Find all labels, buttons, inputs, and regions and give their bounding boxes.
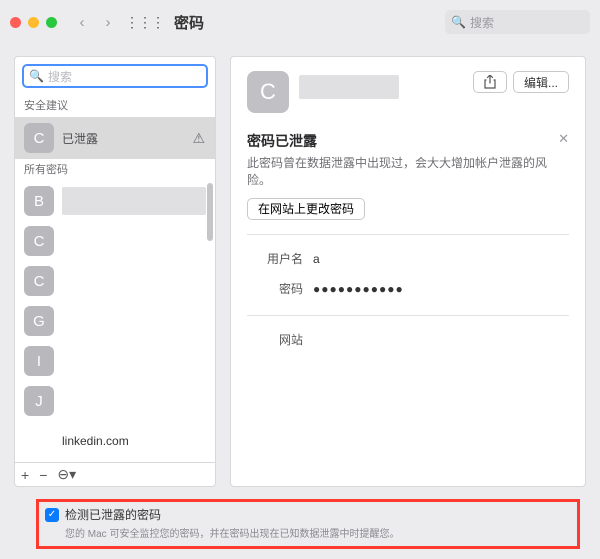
list-item[interactable]: I xyxy=(15,341,215,381)
recommendation-entry[interactable]: C 已泄露 ⚠︎ xyxy=(15,117,215,159)
website-label: 网站 xyxy=(247,331,303,348)
minimize-window-button[interactable] xyxy=(28,17,39,28)
password-row: 密码 ●●●●●●●●●●● xyxy=(247,277,569,301)
username-row: 用户名 a xyxy=(247,247,569,271)
titlebar-search[interactable]: 🔍 搜索 xyxy=(445,10,590,34)
notice-body: 此密码曾在数据泄露中出现过，会大大增加帐户泄露的风险。 xyxy=(247,155,569,190)
more-button[interactable]: ⊖▾ xyxy=(57,466,76,483)
detail-pane: C 编辑... 密码已泄露 此密码曾在数据泄露中出现过，会大大增加帐户泄露的风险… xyxy=(230,56,586,487)
redacted-label xyxy=(62,187,206,215)
scrollbar[interactable] xyxy=(207,183,213,241)
share-icon xyxy=(484,75,496,89)
search-icon: 🔍 xyxy=(29,69,44,83)
warning-triangle-icon: ⚠︎ xyxy=(192,130,205,147)
sidebar: 🔍 搜索 安全建议 C 已泄露 ⚠︎ 所有密码 B C C xyxy=(14,56,216,487)
sidebar-toolbar: + − ⊖▾ xyxy=(15,462,215,486)
list-item[interactable]: B xyxy=(15,181,215,221)
notice-title: 密码已泄露 xyxy=(247,131,569,151)
body: 🔍 搜索 安全建议 C 已泄露 ⚠︎ 所有密码 B C C xyxy=(0,44,600,495)
search-icon: 🔍 xyxy=(451,15,466,29)
section-recommendations: 安全建议 xyxy=(15,95,215,117)
share-button[interactable] xyxy=(473,71,507,93)
website-row: 网站 xyxy=(247,328,569,352)
footer: ✓ 检测已泄露的密码 您的 Mac 可安全监控您的密码，并在密码出现在已知数据泄… xyxy=(10,495,590,559)
password-list: B C C G I J xyxy=(15,181,215,462)
window-controls xyxy=(10,17,57,28)
detect-leaked-description: 您的 Mac 可安全监控您的密码，并在密码出现在已知数据泄露中时提醒您。 xyxy=(65,525,571,540)
redacted-title xyxy=(299,75,399,99)
entry-badge: C xyxy=(24,123,54,153)
sidebar-search[interactable]: 🔍 搜索 xyxy=(22,64,208,88)
item-badge: C xyxy=(24,266,54,296)
titlebar-search-placeholder: 搜索 xyxy=(470,14,494,31)
divider xyxy=(247,234,569,235)
detect-leaked-checkbox[interactable]: ✓ xyxy=(45,508,59,522)
item-badge: C xyxy=(24,226,54,256)
detect-leaked-row: ✓ 检测已泄露的密码 xyxy=(45,506,571,523)
add-button[interactable]: + xyxy=(21,467,29,483)
detail-header: C 编辑... xyxy=(247,71,569,113)
grid-icon[interactable]: ⋮⋮⋮ xyxy=(125,14,164,31)
titlebar: ‹ › ⋮⋮⋮ 密码 🔍 搜索 xyxy=(0,0,600,44)
detail-actions: 编辑... xyxy=(473,71,569,93)
list-item[interactable]: C xyxy=(15,221,215,261)
list-item[interactable]: linkedin.com xyxy=(15,421,215,461)
detect-leaked-label: 检测已泄露的密码 xyxy=(65,506,161,523)
close-window-button[interactable] xyxy=(10,17,21,28)
section-all-passwords: 所有密码 xyxy=(15,159,215,181)
forward-button[interactable]: › xyxy=(99,14,117,31)
password-value[interactable]: ●●●●●●●●●●● xyxy=(313,282,404,296)
leaked-notice: 密码已泄露 此密码曾在数据泄露中出现过，会大大增加帐户泄露的风险。 ✕ 在网站上… xyxy=(247,131,569,220)
window: ‹ › ⋮⋮⋮ 密码 🔍 搜索 🔍 搜索 安全建议 C 已泄露 ⚠︎ 所有密码 … xyxy=(0,0,600,559)
highlighted-setting: ✓ 检测已泄露的密码 您的 Mac 可安全监控您的密码，并在密码出现在已知数据泄… xyxy=(36,499,580,549)
item-label: linkedin.com xyxy=(62,434,129,448)
back-button[interactable]: ‹ xyxy=(73,14,91,31)
detail-badge: C xyxy=(247,71,289,113)
password-label: 密码 xyxy=(247,280,303,297)
sidebar-search-placeholder: 搜索 xyxy=(48,68,72,85)
window-title: 密码 xyxy=(174,12,204,33)
item-badge: J xyxy=(24,386,54,416)
list-item[interactable]: J xyxy=(15,381,215,421)
item-badge: G xyxy=(24,306,54,336)
username-value[interactable]: a xyxy=(313,252,320,266)
list-item[interactable]: G xyxy=(15,301,215,341)
list-item[interactable]: C xyxy=(15,261,215,301)
remove-button[interactable]: − xyxy=(39,467,47,483)
fullscreen-window-button[interactable] xyxy=(46,17,57,28)
entry-label: 已泄露 xyxy=(62,130,98,147)
item-badge: I xyxy=(24,346,54,376)
change-on-website-button[interactable]: 在网站上更改密码 xyxy=(247,198,365,220)
edit-button[interactable]: 编辑... xyxy=(513,71,569,93)
username-label: 用户名 xyxy=(247,250,303,267)
divider xyxy=(247,315,569,316)
dismiss-notice-button[interactable]: ✕ xyxy=(558,131,569,147)
item-badge: B xyxy=(24,186,54,216)
